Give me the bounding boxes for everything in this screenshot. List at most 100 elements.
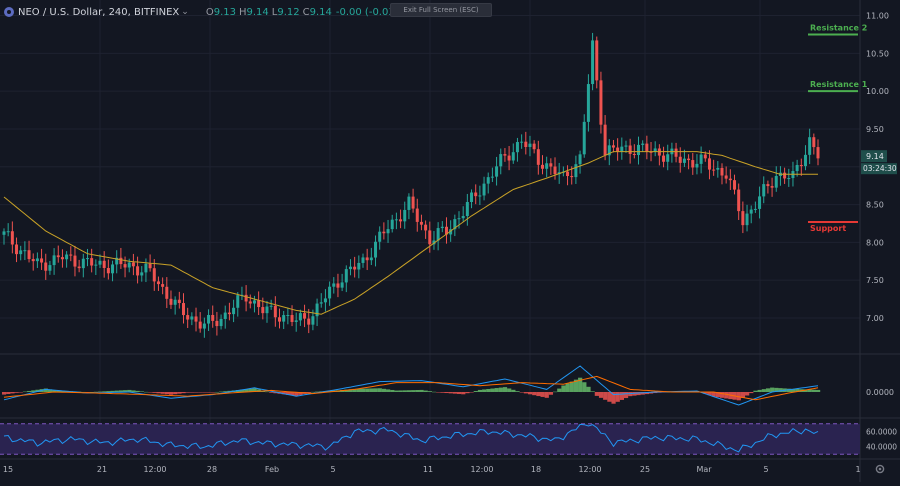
- candle-body: [186, 315, 190, 320]
- candle-body: [131, 262, 135, 267]
- macd-histogram-bar: [519, 392, 524, 393]
- gear-icon[interactable]: [874, 463, 886, 475]
- candle-body: [662, 155, 666, 162]
- candle-body: [524, 141, 528, 148]
- time-tick-label: Mar: [696, 465, 712, 474]
- high-label: H: [238, 6, 247, 18]
- macd-histogram-bar: [452, 392, 458, 394]
- symbol-name[interactable]: NEO / U.S. Dollar, 240, BITFINEX: [18, 7, 179, 18]
- candle-body: [365, 257, 369, 261]
- rsi-band: [0, 423, 860, 455]
- candle-body: [515, 142, 519, 153]
- macd-histogram-bar: [553, 391, 558, 393]
- candle-body: [507, 155, 511, 161]
- macd-histogram-bar: [27, 390, 32, 392]
- candle-body: [77, 266, 81, 269]
- time-tick-label: 18: [531, 465, 541, 474]
- candle-body: [470, 192, 474, 203]
- candle-body: [177, 299, 181, 304]
- candle-body: [691, 160, 695, 168]
- macd-histogram-bar: [6, 392, 11, 394]
- candle-body: [353, 266, 357, 270]
- macd-histogram-bar: [569, 381, 574, 392]
- macd-histogram-bar: [131, 390, 136, 392]
- macd-histogram-bar: [386, 389, 391, 392]
- candle-body: [737, 189, 741, 212]
- macd-histogram-bar: [419, 389, 424, 392]
- macd-histogram-bar: [181, 392, 186, 394]
- macd-histogram-bar: [390, 389, 395, 392]
- candle-body: [545, 163, 549, 169]
- countdown-value: 03:24:30: [863, 164, 897, 173]
- candle-body: [808, 137, 812, 155]
- candle-body: [261, 307, 265, 314]
- candle-body: [419, 221, 423, 225]
- chevron-down-icon[interactable]: ⌄: [181, 7, 189, 17]
- macd-histogram-bar: [724, 392, 729, 399]
- exit-fullscreen-button[interactable]: Exit Full Screen (ESC): [390, 3, 492, 17]
- candle-body: [198, 321, 202, 329]
- price-tick-label: 11.00: [866, 12, 889, 21]
- candle-body: [348, 266, 352, 270]
- candle-body: [244, 294, 248, 302]
- candle-body: [236, 295, 240, 308]
- candle-body: [666, 154, 670, 162]
- candle-body: [570, 176, 574, 178]
- macd-histogram-bar: [607, 392, 612, 402]
- macd-histogram-bar: [310, 391, 316, 393]
- macd-histogram-bar: [586, 386, 591, 392]
- macd-histogram-bar: [402, 390, 407, 392]
- candle-body: [595, 40, 599, 81]
- price-badge-value: 9.14: [866, 152, 884, 161]
- candle-body: [136, 266, 140, 276]
- candle-body: [474, 192, 478, 197]
- candle-body: [753, 208, 757, 210]
- candle-body: [106, 267, 110, 274]
- candle-body: [728, 178, 732, 181]
- candle-body: [486, 177, 490, 184]
- candle-body: [194, 316, 198, 322]
- open-value: 9.13: [213, 6, 236, 18]
- candle-body: [407, 196, 411, 210]
- candle-body: [549, 163, 553, 167]
- time-tick-label: 28: [207, 465, 217, 474]
- price-chart[interactable]: Resistance 2 Resistance 1 Support 11.00 10.5…: [0, 0, 900, 482]
- macd-histogram-bar: [98, 391, 103, 393]
- candle-body: [165, 286, 169, 299]
- macd-histogram-bar: [761, 389, 766, 392]
- macd-histogram-bar: [2, 392, 7, 395]
- open-label: O: [205, 6, 214, 18]
- candle-body: [15, 244, 19, 255]
- candle-body: [357, 262, 361, 270]
- candle-body: [574, 164, 578, 178]
- macd-histogram-bar: [811, 389, 817, 392]
- macd-histogram-bar: [269, 392, 274, 393]
- macd-histogram-bar: [156, 392, 161, 394]
- price-tick-label: 10.50: [866, 49, 889, 58]
- candle-body: [273, 305, 277, 318]
- macd-histogram-bar: [582, 382, 587, 392]
- candle-body: [140, 272, 144, 276]
- candle-body: [44, 262, 48, 271]
- candle-body: [637, 144, 641, 156]
- candle-body: [520, 141, 524, 143]
- candle-body: [69, 254, 73, 256]
- candle-body: [315, 303, 319, 317]
- macd-histogram-bar: [461, 392, 466, 395]
- macd-histogram-bar: [106, 391, 111, 392]
- macd-histogram-bar: [757, 389, 762, 392]
- candle-body: [73, 255, 77, 267]
- candle-body: [294, 320, 298, 322]
- candle-body: [783, 172, 787, 179]
- rsi-tick-label: 60.0000: [866, 427, 897, 436]
- neo-logo-icon: [4, 7, 14, 17]
- candle-body: [123, 264, 127, 268]
- candle-body: [332, 283, 336, 287]
- time-tick-label: 21: [97, 465, 107, 474]
- candle-body: [611, 145, 615, 148]
- symbol-header[interactable]: NEO / U.S. Dollar, 240, BITFINEX ⌄ O 9.13…: [4, 4, 408, 20]
- candle-body: [181, 303, 185, 316]
- macd-histogram-bar: [590, 391, 595, 392]
- close-value: 9.14: [309, 6, 332, 18]
- macd-histogram-bar: [394, 390, 399, 392]
